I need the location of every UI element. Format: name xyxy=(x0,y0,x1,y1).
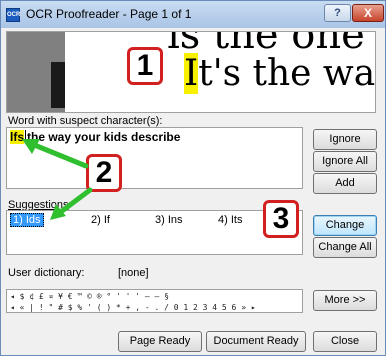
close-button[interactable]: Close xyxy=(313,331,377,352)
ignore-all-button[interactable]: Ignore All xyxy=(313,151,377,172)
annotation-callout-1: 1 xyxy=(127,47,163,85)
add-button[interactable]: Add xyxy=(313,173,377,194)
magnified-preview: is the one yo It's the way yo xyxy=(6,31,376,113)
window-title: OCR Proofreader - Page 1 of 1 xyxy=(26,7,192,21)
change-all-button[interactable]: Change All xyxy=(313,237,377,258)
preview-current-line: It's the way yo xyxy=(184,53,376,94)
characters-row-1[interactable]: ◂ $ ¢ £ ¤ ¥ € ™ © ® ° ' ' ' — – § xyxy=(10,291,299,302)
word-label: Word with suspect character(s): xyxy=(8,115,163,127)
app-icon: OCR xyxy=(6,8,20,22)
title-bar: OCR OCR Proofreader - Page 1 of 1 ? X xyxy=(0,0,386,28)
suggestion-item-4[interactable]: 4) Its xyxy=(216,214,244,226)
annotation-arrow-suggestion xyxy=(50,187,93,220)
special-characters-palette[interactable]: ◂ $ ¢ £ ¤ ¥ € ™ © ® ° ' ' ' — – § ◂ « | … xyxy=(6,289,303,313)
document-ready-button[interactable]: Document Ready xyxy=(206,331,306,352)
annotation-arrow-word xyxy=(22,139,89,169)
annotation-callout-3: 3 xyxy=(263,200,299,238)
help-button[interactable]: ? xyxy=(324,4,351,22)
user-dictionary-value: [none] xyxy=(118,267,149,279)
change-button[interactable]: Change xyxy=(313,215,377,236)
suggestion-item-1[interactable]: 1) Ids xyxy=(10,213,44,227)
window-close-button[interactable]: X xyxy=(352,4,384,22)
page-ready-button[interactable]: Page Ready xyxy=(118,331,202,352)
preview-current-text: t's the way yo xyxy=(198,53,376,94)
preview-suspect-highlight: I xyxy=(184,53,199,94)
more-button[interactable]: More >> xyxy=(313,290,377,311)
ignore-button[interactable]: Ignore xyxy=(313,129,377,150)
characters-row-2[interactable]: ◂ « | ! " # $ % ' ( ) * + , - . / 0 1 2 … xyxy=(10,302,299,312)
suggestion-item-3[interactable]: 3) Ins xyxy=(153,214,185,226)
user-dictionary-label: User dictionary: xyxy=(8,267,85,279)
preview-scan-blot xyxy=(51,62,65,108)
